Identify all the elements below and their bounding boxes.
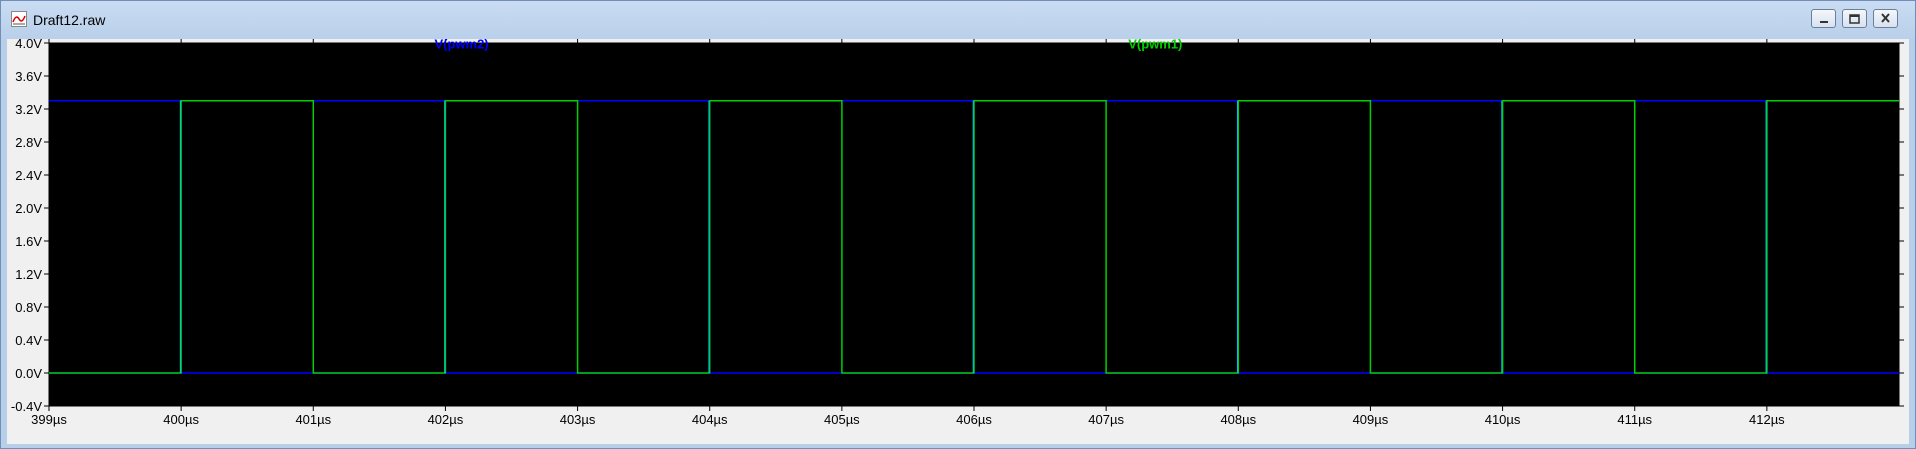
title-bar[interactable]: Draft12.raw (1, 1, 1915, 39)
y-tick-label: 3.6V (15, 69, 42, 84)
x-tick-label: 408µs (1220, 412, 1256, 427)
minimize-icon (1820, 21, 1828, 23)
plot-pane[interactable]: 4.0V 3.6V 3.2V 2.8V 2.4V 2.0V 1.6V 1.2V 0.8V 0.4V… (7, 39, 1909, 444)
y-tick-label: 2.4V (15, 168, 42, 183)
y-tick-label: 2.8V (15, 135, 42, 150)
waveform-window: Draft12.raw 4.0V 3.6V 3.2V 2.8V 2.4V 2.0V 1.6V… (0, 0, 1916, 449)
y-tick-label: 1.2V (15, 267, 42, 282)
window-title: Draft12.raw (33, 12, 106, 28)
y-tick-label: 0.8V (15, 300, 42, 315)
y-tick-label: 2.0V (15, 201, 42, 216)
x-tick-label: 412µs (1749, 412, 1785, 427)
x-tick-label: 402µs (428, 412, 464, 427)
y-tick-label: 0.4V (15, 333, 42, 348)
maximize-button[interactable] (1842, 9, 1867, 28)
x-tick-label: 405µs (824, 412, 860, 427)
minimize-button[interactable] (1811, 9, 1836, 28)
x-tick-label: 409µs (1353, 412, 1389, 427)
x-tick-label: 410µs (1485, 412, 1521, 427)
waveform-chart[interactable]: 4.0V 3.6V 3.2V 2.8V 2.4V 2.0V 1.6V 1.2V 0.8V 0.4V… (7, 39, 1909, 444)
legend-pwm2: V(pwm2) (434, 39, 488, 52)
x-tick-label: 400µs (163, 412, 199, 427)
close-icon (1881, 13, 1890, 23)
waveform-app-icon[interactable] (11, 11, 27, 27)
y-tick-label: 3.2V (15, 102, 42, 117)
legend-pwm1: V(pwm1) (1128, 39, 1182, 52)
x-tick-label: 407µs (1088, 412, 1124, 427)
x-tick-label: 401µs (295, 412, 331, 427)
x-tick-label: 404µs (692, 412, 728, 427)
y-tick-label: 0.0V (15, 366, 42, 381)
x-tick-label: 406µs (956, 412, 992, 427)
x-tick-label: 411µs (1617, 412, 1652, 427)
y-tick-label: 1.6V (15, 234, 42, 249)
x-tick-label: 399µs (31, 412, 67, 427)
close-button[interactable] (1873, 9, 1898, 28)
y-tick-label: 4.0V (15, 39, 42, 51)
x-tick-label: 403µs (560, 412, 596, 427)
restore-icon (1849, 14, 1860, 24)
